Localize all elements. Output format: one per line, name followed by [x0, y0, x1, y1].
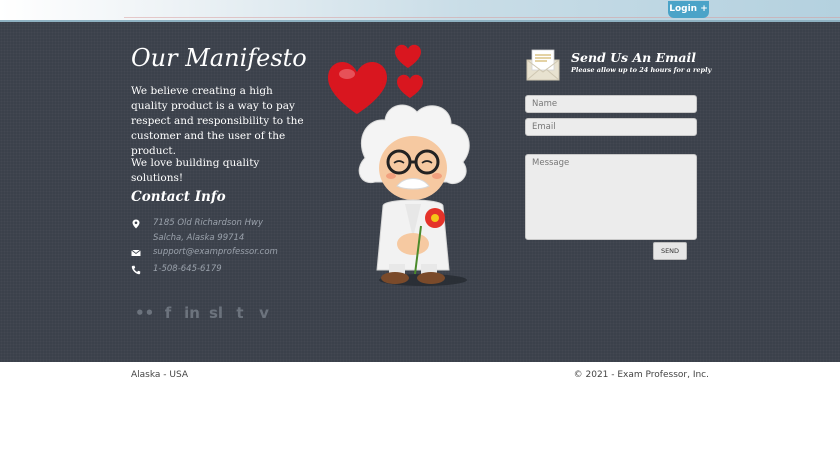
name-input[interactable]	[525, 95, 697, 113]
login-button[interactable]: Login +	[668, 1, 709, 18]
linkedin-icon[interactable]: in	[183, 304, 201, 322]
heart-icon	[397, 74, 423, 98]
professor-mascot-illustration	[328, 44, 470, 286]
email-form-title: Send Us An Email	[571, 50, 696, 65]
email-input[interactable]	[525, 118, 697, 136]
footer: Alaska - USA © 2021 - Exam Professor, In…	[0, 362, 840, 472]
top-bar: Login +	[0, 0, 840, 22]
slideshare-icon[interactable]: sl	[207, 304, 225, 322]
flickr-icon[interactable]: ••	[135, 304, 154, 322]
manifesto-paragraph-2: We love building quality solutions!	[131, 157, 260, 184]
footer-copyright: © 2021 - Exam Professor, Inc.	[573, 370, 709, 380]
manifesto-paragraph-1: We believe creating a high quality produ…	[131, 85, 304, 157]
envelope-letter-icon	[526, 49, 560, 81]
message-textarea[interactable]	[525, 154, 697, 240]
manifesto-title: Our Manifesto	[131, 44, 307, 72]
address-line-2: Salcha, Alaska 99714	[153, 233, 245, 243]
heart-icon	[395, 44, 421, 68]
tumblr-icon[interactable]: t	[231, 304, 249, 322]
email-address[interactable]: support@examprofessor.com	[153, 247, 278, 257]
vimeo-icon[interactable]: v	[255, 304, 273, 322]
top-bar-divider	[124, 17, 840, 18]
address-line-1: 7185 Old Richardson Hwy	[153, 218, 264, 228]
phone-number: 1-508-645-6179	[153, 264, 222, 274]
social-links: •• f in sl t v	[135, 304, 273, 322]
send-button[interactable]: SEND	[653, 242, 687, 260]
footer-location: Alaska - USA	[131, 370, 189, 380]
contact-info-title: Contact Info	[131, 189, 226, 205]
heart-icon	[328, 61, 387, 114]
main-section: Our Manifesto We believe creating a high…	[0, 22, 840, 362]
phone-icon	[131, 265, 141, 275]
email-form-subtitle: Please allow up to 24 hours for a reply	[571, 66, 712, 74]
envelope-icon	[131, 249, 141, 256]
map-pin-icon	[132, 219, 140, 229]
facebook-icon[interactable]: f	[159, 304, 177, 322]
